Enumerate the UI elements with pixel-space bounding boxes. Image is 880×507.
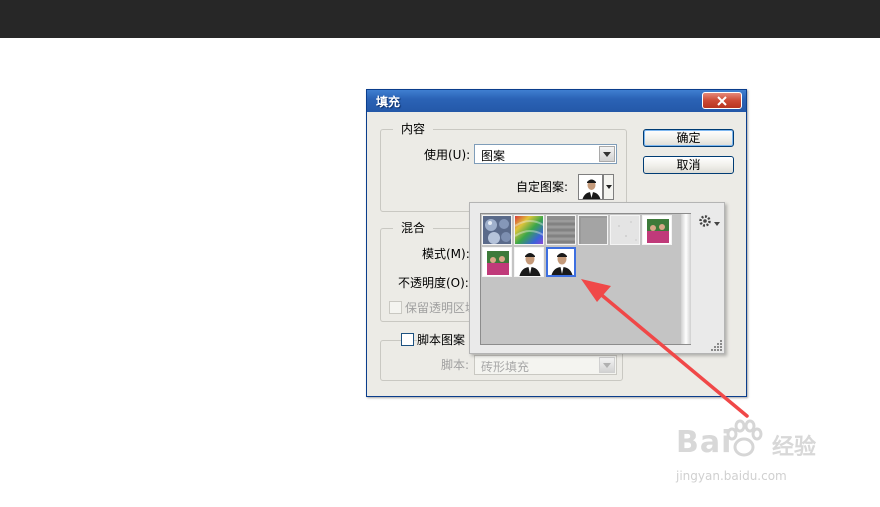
caret-down-icon [605,185,612,189]
pattern-tile-photo-group[interactable] [642,215,672,245]
close-button[interactable] [702,92,742,109]
picker-menu-button[interactable] [698,214,720,228]
baidu-jingyan-watermark: Bai 经验 jingyan.baidu.com [676,419,836,489]
gear-icon [699,215,711,227]
watermark-suffix: 经验 [772,435,817,460]
use-select-value: 图案 [481,149,506,163]
portrait-thumbnail-icon [579,175,602,199]
use-label: 使用(U): [424,148,471,162]
preserve-transparency-checkbox[interactable] [389,301,402,314]
use-select[interactable]: 图案 [474,144,617,164]
watermark-site: jingyan.baidu.com [676,469,787,483]
pattern-tile-gray-fabric[interactable] [578,215,608,245]
cancel-button[interactable]: 取消 [643,156,734,174]
top-dark-bar [0,0,880,38]
pattern-tile-portrait-man-1[interactable] [514,247,544,277]
ok-button[interactable]: 确定 [643,129,734,147]
script-pattern-label: 脚本图案 [417,333,470,347]
pattern-dropdown-button[interactable] [603,174,614,200]
close-icon [717,95,727,106]
paw-icon [726,419,763,457]
blend-group-label: 混合 [393,221,434,235]
pattern-picker-popup [469,202,725,354]
mode-label: 模式(M): [422,247,470,261]
script-pattern-checkbox[interactable] [401,333,414,346]
chevron-down-icon[interactable] [599,146,615,162]
pattern-tile-photo-group-2[interactable] [482,247,512,277]
pattern-scrollbar[interactable] [681,214,691,344]
script-label: 脚本: [441,358,470,372]
pattern-tile-bubbles[interactable] [482,215,512,245]
opacity-label: 不透明度(O): [398,276,469,290]
caret-down-icon [714,222,720,226]
script-select[interactable]: 砖形填充 [474,355,617,375]
pattern-tile-gray-granite[interactable] [546,215,576,245]
pattern-tile-tie-dye[interactable] [514,215,544,245]
dialog-title: 填充 [376,95,401,109]
dialog-title-bar[interactable]: 填充 [367,90,746,112]
custom-pattern-swatch[interactable] [578,174,603,200]
chevron-down-icon[interactable] [599,357,615,373]
pattern-tile-portrait-man-2[interactable] [546,247,576,277]
content-group-label: 内容 [393,122,434,136]
preserve-transparency-label: 保留透明区域 [405,301,478,315]
pattern-tile-white-paper[interactable] [610,215,640,245]
resize-grip-icon[interactable] [711,339,723,351]
custom-pattern-label: 自定图案: [516,180,569,194]
pattern-grid [480,213,691,345]
script-select-value: 砖形填充 [481,360,530,374]
